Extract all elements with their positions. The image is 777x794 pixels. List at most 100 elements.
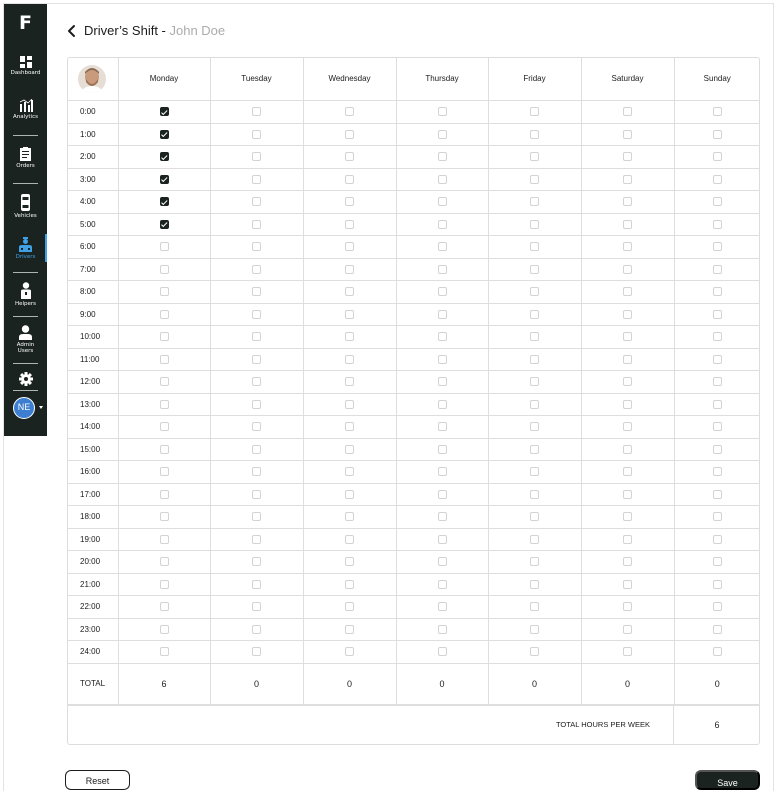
shift-checkbox[interactable] bbox=[252, 467, 261, 477]
sidebar-item-admin-users[interactable]: Admin Users bbox=[4, 325, 47, 354]
shift-checkbox[interactable] bbox=[437, 444, 447, 454]
shift-checkbox[interactable] bbox=[437, 129, 447, 139]
shift-checkbox[interactable] bbox=[623, 422, 632, 432]
shift-checkbox[interactable] bbox=[437, 489, 447, 499]
shift-checkbox[interactable] bbox=[712, 332, 722, 342]
shift-checkbox[interactable] bbox=[530, 422, 539, 432]
shift-checkbox[interactable] bbox=[252, 242, 261, 252]
shift-checkbox[interactable] bbox=[712, 129, 722, 139]
shift-checkbox[interactable] bbox=[159, 174, 169, 184]
shift-checkbox[interactable] bbox=[623, 579, 632, 589]
shift-checkbox[interactable] bbox=[623, 512, 632, 522]
shift-checkbox[interactable] bbox=[530, 377, 539, 387]
shift-checkbox[interactable] bbox=[345, 489, 354, 499]
shift-checkbox[interactable] bbox=[437, 309, 447, 319]
shift-checkbox[interactable] bbox=[159, 287, 169, 297]
shift-checkbox[interactable] bbox=[712, 422, 722, 432]
shift-checkbox[interactable] bbox=[345, 647, 354, 657]
shift-checkbox[interactable] bbox=[437, 107, 447, 117]
shift-checkbox[interactable] bbox=[437, 534, 447, 544]
shift-checkbox[interactable] bbox=[623, 647, 632, 657]
shift-checkbox[interactable] bbox=[712, 534, 722, 544]
shift-checkbox[interactable] bbox=[712, 197, 722, 207]
shift-checkbox[interactable] bbox=[252, 579, 261, 589]
shift-checkbox[interactable] bbox=[159, 242, 169, 252]
shift-checkbox[interactable] bbox=[623, 624, 632, 634]
shift-checkbox[interactable] bbox=[712, 512, 722, 522]
shift-checkbox[interactable] bbox=[712, 309, 722, 319]
shift-checkbox[interactable] bbox=[712, 557, 722, 567]
shift-checkbox[interactable] bbox=[623, 287, 632, 297]
shift-checkbox[interactable] bbox=[712, 174, 722, 184]
shift-checkbox[interactable] bbox=[437, 287, 447, 297]
shift-checkbox[interactable] bbox=[437, 399, 447, 409]
shift-checkbox[interactable] bbox=[345, 444, 354, 454]
shift-checkbox[interactable] bbox=[252, 422, 261, 432]
shift-checkbox[interactable] bbox=[437, 377, 447, 387]
shift-checkbox[interactable] bbox=[345, 422, 354, 432]
shift-checkbox[interactable] bbox=[712, 152, 722, 162]
shift-checkbox[interactable] bbox=[345, 174, 354, 184]
shift-checkbox[interactable] bbox=[159, 579, 169, 589]
shift-checkbox[interactable] bbox=[530, 489, 539, 499]
shift-checkbox[interactable] bbox=[530, 219, 539, 229]
shift-checkbox[interactable] bbox=[159, 444, 169, 454]
shift-checkbox[interactable] bbox=[712, 107, 722, 117]
shift-checkbox[interactable] bbox=[437, 197, 447, 207]
shift-checkbox[interactable] bbox=[159, 399, 169, 409]
shift-checkbox[interactable] bbox=[159, 197, 169, 207]
shift-checkbox[interactable] bbox=[159, 624, 169, 634]
shift-checkbox[interactable] bbox=[252, 512, 261, 522]
shift-checkbox[interactable] bbox=[345, 219, 354, 229]
shift-checkbox[interactable] bbox=[712, 399, 722, 409]
shift-checkbox[interactable] bbox=[712, 467, 722, 477]
shift-checkbox[interactable] bbox=[437, 242, 447, 252]
shift-checkbox[interactable] bbox=[345, 467, 354, 477]
shift-checkbox[interactable] bbox=[345, 197, 354, 207]
shift-checkbox[interactable] bbox=[712, 264, 722, 274]
shift-checkbox[interactable] bbox=[345, 332, 354, 342]
shift-checkbox[interactable] bbox=[345, 624, 354, 634]
shift-checkbox[interactable] bbox=[530, 152, 539, 162]
shift-checkbox[interactable] bbox=[252, 129, 261, 139]
shift-checkbox[interactable] bbox=[712, 377, 722, 387]
shift-checkbox[interactable] bbox=[159, 467, 169, 477]
shift-checkbox[interactable] bbox=[252, 377, 261, 387]
shift-checkbox[interactable] bbox=[437, 219, 447, 229]
shift-checkbox[interactable] bbox=[159, 332, 169, 342]
shift-checkbox[interactable] bbox=[345, 557, 354, 567]
shift-checkbox[interactable] bbox=[530, 399, 539, 409]
shift-checkbox[interactable] bbox=[437, 152, 447, 162]
shift-checkbox[interactable] bbox=[712, 444, 722, 454]
shift-checkbox[interactable] bbox=[252, 174, 261, 184]
shift-checkbox[interactable] bbox=[345, 354, 354, 364]
sidebar-item-analytics[interactable]: Analytics bbox=[4, 99, 47, 120]
shift-checkbox[interactable] bbox=[159, 534, 169, 544]
shift-checkbox[interactable] bbox=[252, 152, 261, 162]
shift-checkbox[interactable] bbox=[252, 399, 261, 409]
shift-checkbox[interactable] bbox=[252, 624, 261, 634]
shift-checkbox[interactable] bbox=[159, 219, 169, 229]
sidebar-item-vehicles[interactable]: Vehicles bbox=[4, 194, 47, 219]
shift-checkbox[interactable] bbox=[159, 422, 169, 432]
shift-checkbox[interactable] bbox=[437, 264, 447, 274]
shift-checkbox[interactable] bbox=[712, 287, 722, 297]
shift-checkbox[interactable] bbox=[345, 377, 354, 387]
reset-button[interactable]: Reset bbox=[65, 770, 130, 790]
shift-checkbox[interactable] bbox=[530, 534, 539, 544]
shift-checkbox[interactable] bbox=[437, 624, 447, 634]
shift-checkbox[interactable] bbox=[159, 264, 169, 274]
shift-checkbox[interactable] bbox=[437, 557, 447, 567]
shift-checkbox[interactable] bbox=[252, 354, 261, 364]
shift-checkbox[interactable] bbox=[712, 647, 722, 657]
shift-checkbox[interactable] bbox=[530, 197, 539, 207]
shift-checkbox[interactable] bbox=[345, 579, 354, 589]
shift-checkbox[interactable] bbox=[252, 489, 261, 499]
shift-checkbox[interactable] bbox=[252, 332, 261, 342]
save-button[interactable]: Save bbox=[695, 770, 760, 790]
shift-checkbox[interactable] bbox=[345, 309, 354, 319]
shift-checkbox[interactable] bbox=[712, 579, 722, 589]
shift-checkbox[interactable] bbox=[437, 579, 447, 589]
shift-checkbox[interactable] bbox=[530, 444, 539, 454]
shift-checkbox[interactable] bbox=[530, 624, 539, 634]
